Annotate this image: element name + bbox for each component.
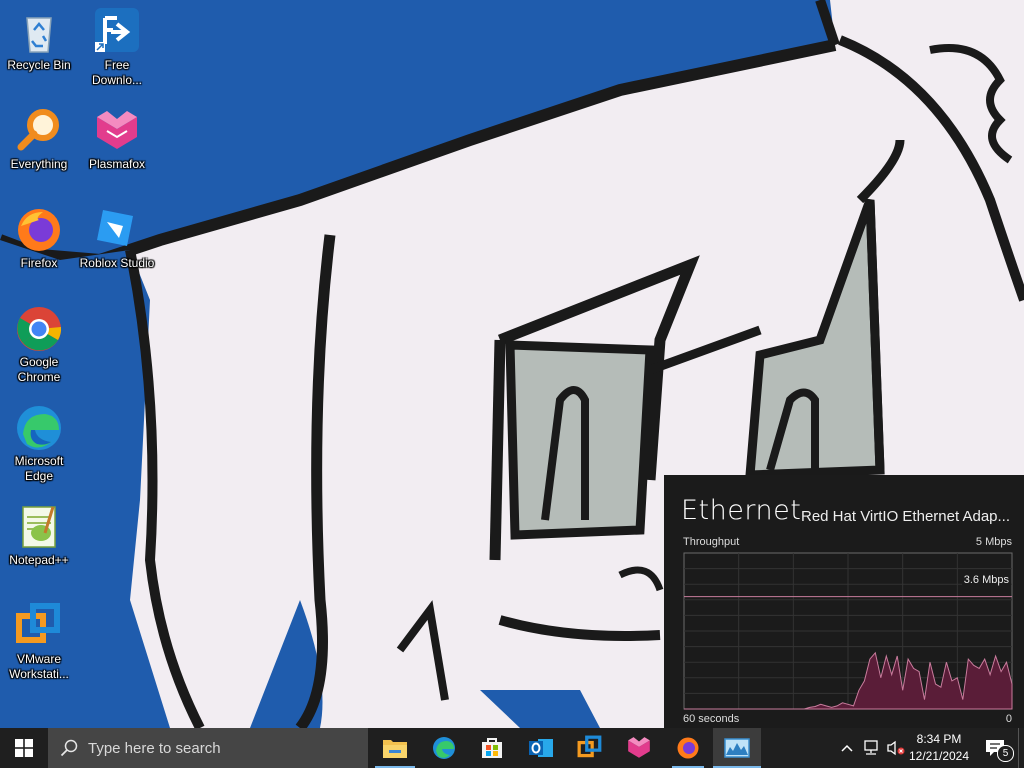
chevron-up-icon	[841, 744, 853, 752]
recycle-bin-icon	[26, 17, 52, 53]
desktop-icon-notepadpp[interactable]: Notepad++	[0, 503, 78, 568]
taskbar-file-explorer[interactable]	[371, 728, 419, 768]
plasmafox-icon	[628, 737, 650, 758]
network-title: Ethernet	[681, 495, 802, 526]
taskbar-search-box[interactable]: Type here to search	[48, 728, 368, 768]
notepadpp-label: Notepad++	[9, 553, 69, 567]
edge-icon	[433, 737, 455, 759]
firefox-label: Firefox	[20, 256, 58, 270]
firefox-icon	[677, 737, 699, 759]
everything-label: Everything	[10, 157, 68, 171]
edge-icon	[17, 406, 61, 450]
store-icon	[482, 738, 502, 758]
everything-search-icon	[17, 109, 59, 151]
throughput-label: Throughput	[683, 536, 740, 548]
show-hidden-icons-button[interactable]	[836, 728, 858, 768]
outlook-icon	[529, 739, 553, 757]
clock-button[interactable]: 8:34 PM 12/21/2024	[906, 728, 972, 768]
file-explorer-icon	[383, 740, 407, 758]
free-download-manager-icon	[95, 8, 139, 52]
peak-throughput-label: 3.6 Mbps	[961, 574, 1011, 586]
desktop-icon-vmware-workstation[interactable]: VMware Workstati...	[0, 602, 78, 682]
taskbar-resource-monitor[interactable]	[713, 728, 761, 768]
vmware-icon	[577, 735, 602, 758]
taskbar-firefox[interactable]	[664, 728, 712, 768]
google-chrome-label: Google Chrome	[17, 355, 61, 384]
network-tray-button[interactable]	[860, 728, 882, 768]
windows-logo-icon	[15, 739, 33, 757]
volume-muted-icon	[887, 740, 905, 756]
network-icon	[864, 740, 878, 755]
desktop-icon-recycle-bin[interactable]: Recycle Bin	[0, 8, 78, 73]
action-center-button[interactable]: 5	[976, 728, 1016, 768]
desktop-icon-plasmafox[interactable]: Plasmafox	[78, 107, 156, 172]
vmware-workstation-label: VMware Workstati...	[9, 652, 69, 681]
network-throughput-widget: Ethernet Red Hat VirtIO Ethernet Adap...…	[664, 475, 1024, 728]
plasmafox-label: Plasmafox	[88, 157, 146, 171]
desktop-icon-free-download-manager[interactable]: Free Downlo...	[78, 8, 156, 88]
time-window-label: 60 seconds	[683, 713, 740, 725]
taskbar-vmware[interactable]	[566, 728, 614, 768]
max-scale-label: 5 Mbps	[975, 536, 1012, 548]
show-desktop-button[interactable]	[1018, 728, 1024, 768]
desktop-icon-firefox[interactable]: Firefox	[0, 206, 78, 271]
min-scale-label: 0	[1005, 713, 1012, 725]
notepadpp-icon	[22, 506, 56, 548]
firefox-icon	[18, 209, 60, 251]
search-icon	[60, 739, 78, 757]
desktop-icon-google-chrome[interactable]: Google Chrome	[0, 305, 78, 385]
taskbar-plasmafox[interactable]	[615, 728, 663, 768]
microsoft-edge-label: Microsoft Edge	[14, 454, 64, 483]
clock-date: 12/21/2024	[908, 749, 970, 763]
free-download-manager-label: Free Downlo...	[91, 58, 143, 87]
taskbar-microsoft-store[interactable]	[468, 728, 516, 768]
roblox-studio-label: Roblox Studio	[79, 256, 155, 270]
taskbar-edge[interactable]	[420, 728, 468, 768]
resource-monitor-icon	[724, 738, 750, 758]
chrome-icon	[17, 307, 62, 351]
desktop-icon-everything[interactable]: Everything	[0, 107, 78, 172]
network-adapter-name: Red Hat VirtIO Ethernet Adap...	[801, 508, 1011, 525]
taskbar: Type here to search 8:34 PM 12/21/2024 5	[0, 728, 1024, 768]
vmware-icon	[16, 603, 60, 643]
notification-count-badge: 5	[997, 745, 1014, 762]
volume-tray-button[interactable]	[884, 728, 908, 768]
plasmafox-icon	[97, 111, 137, 149]
start-button[interactable]	[0, 728, 48, 768]
recycle-bin-label: Recycle Bin	[7, 58, 71, 72]
taskbar-outlook[interactable]	[517, 728, 565, 768]
roblox-studio-icon	[97, 210, 133, 246]
search-placeholder: Type here to search	[88, 740, 221, 757]
desktop-icon-microsoft-edge[interactable]: Microsoft Edge	[0, 404, 78, 484]
desktop-icon-roblox-studio[interactable]: Roblox Studio	[78, 206, 156, 271]
clock-time: 8:34 PM	[916, 732, 962, 746]
